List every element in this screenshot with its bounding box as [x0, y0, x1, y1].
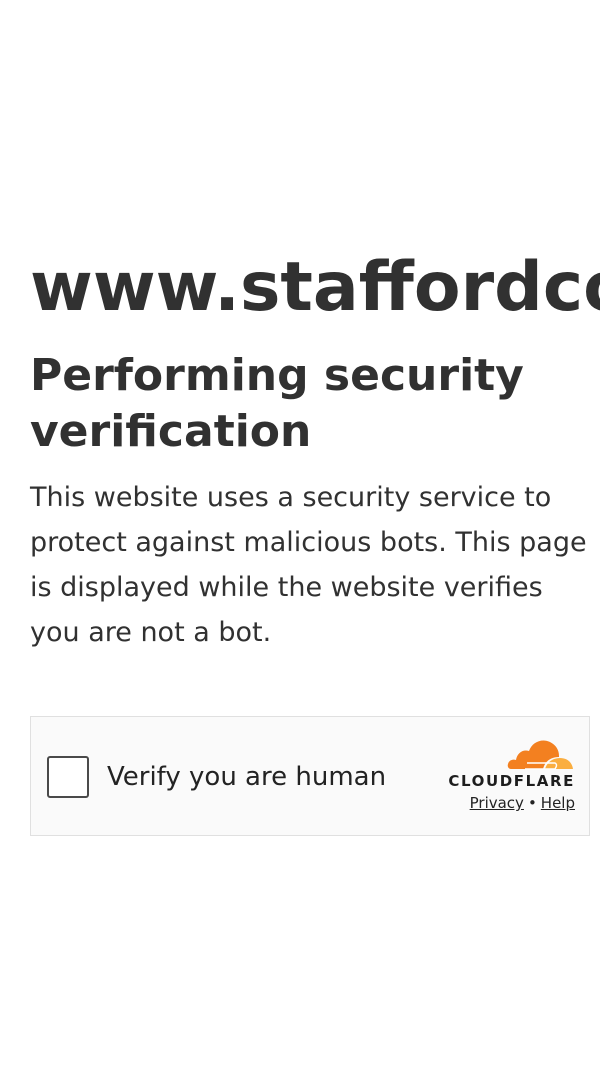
- cloudflare-cloud-icon: [507, 740, 573, 770]
- verify-checkbox-label[interactable]: Verify you are human: [107, 759, 386, 795]
- help-link[interactable]: Help: [541, 794, 575, 812]
- verify-checkbox[interactable]: [47, 756, 89, 798]
- site-title: www.staffordcoffee.com: [30, 248, 600, 327]
- privacy-link[interactable]: Privacy: [470, 794, 524, 812]
- link-separator: •: [527, 794, 537, 812]
- cloudflare-wordmark: CLOUDFLARE: [448, 772, 575, 790]
- cloudflare-links: Privacy • Help: [470, 794, 575, 812]
- page-description: This website uses a security service to …: [30, 482, 587, 648]
- turnstile-widget: Verify you are human CLOUDFLARE Privacy •…: [30, 716, 590, 836]
- challenge-page: www.staffordcoffee.com Performing securi…: [0, 0, 600, 1065]
- cloudflare-branding: CLOUDFLARE Privacy • Help: [433, 737, 575, 817]
- page-heading: Performing security verification: [30, 350, 524, 457]
